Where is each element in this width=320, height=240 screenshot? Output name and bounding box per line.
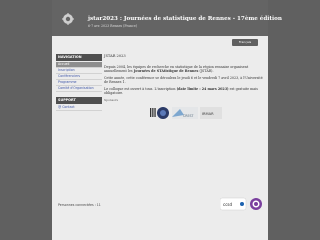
- registration-paragraph: Le colloque est ouvert à tous. L'inscrip…: [104, 87, 264, 95]
- sponsors-label: Sponsors: [104, 98, 119, 102]
- footer-logos: ccsd: [220, 197, 262, 211]
- sidebar: NAVIGATION Accueil Inscription Conférenc…: [56, 54, 102, 111]
- intro-paragraph: Depuis 2004, les équipes de recherche en…: [104, 65, 264, 73]
- site-subtitle: 6-7 avr. 2023 Rennes (France): [88, 24, 137, 28]
- svg-text:ccsd: ccsd: [223, 202, 232, 207]
- gear-logo-icon: [62, 13, 74, 25]
- main-content: JSTAR 2023 Depuis 2004, les équipes de r…: [104, 54, 264, 102]
- dates-paragraph: Cette année, cette conférence se déroule…: [104, 76, 263, 84]
- online-users-text: Personnes connectées : 11: [58, 203, 101, 207]
- header: jstar2023 : Journées de statistique de R…: [52, 0, 282, 36]
- crest-logo-icon: CREST: [172, 107, 198, 119]
- ur1-logo-icon: [150, 108, 156, 117]
- intro-end-text: (JSTAR).: [199, 69, 214, 73]
- svg-text:CREST: CREST: [183, 114, 193, 118]
- language-selector-button[interactable]: Français: [232, 39, 258, 46]
- hal-logo-icon: [250, 198, 262, 210]
- page: jstar2023 : Journées de statistique de R…: [52, 0, 282, 240]
- sponsor-logos: CREST IRMAR: [150, 107, 222, 119]
- sidebar-item-contact[interactable]: @ Contact: [56, 105, 102, 111]
- sidebar-item-comite[interactable]: Comité d'Organisation: [56, 86, 102, 92]
- deadline-text: (date limite : 24 mars 2023): [176, 87, 229, 91]
- navigation-heading: NAVIGATION: [56, 54, 102, 61]
- page-title: JSTAR 2023: [104, 54, 126, 58]
- support-heading: SUPPORT: [56, 97, 102, 104]
- ccsd-logo-icon: ccsd: [220, 197, 247, 211]
- ensai-logo-icon: [157, 107, 169, 119]
- site-title[interactable]: jstar2023 : Journées de statistique de R…: [88, 16, 282, 22]
- irmar-logo-icon: IRMAR: [200, 107, 222, 119]
- intro-bold-text: Journées de STAtistique de Rennes: [133, 69, 199, 73]
- svg-text:IRMAR: IRMAR: [202, 112, 214, 116]
